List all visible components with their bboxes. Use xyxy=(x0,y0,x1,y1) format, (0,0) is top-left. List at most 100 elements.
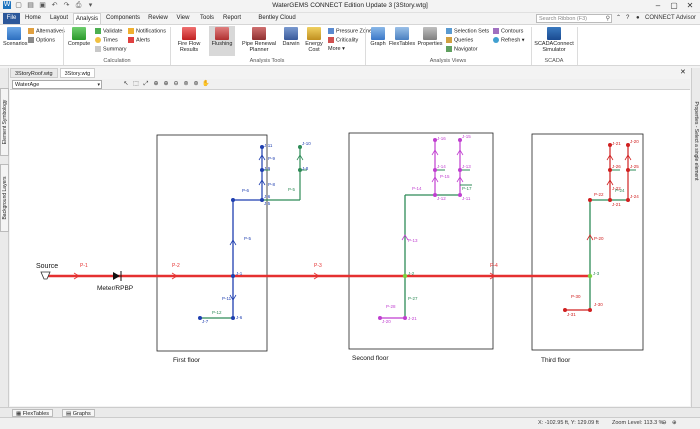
pipe-label: P-12 xyxy=(212,310,222,315)
options-icon xyxy=(28,37,34,43)
pipe-renewal-planner-button[interactable]: Pipe Renewal Planner xyxy=(239,27,279,53)
tab-bentley-cloud-services[interactable]: Bentley Cloud Services xyxy=(246,13,308,32)
notifications-icon xyxy=(128,28,134,34)
zoom-extents-icon[interactable]: ⤢ xyxy=(142,80,150,88)
third-floor-network[interactable] xyxy=(563,143,636,312)
alert-icon xyxy=(128,37,134,43)
first-floor-network[interactable] xyxy=(198,145,307,320)
flextables-button[interactable]: FlexTables xyxy=(388,27,416,47)
queries-button[interactable]: Queries xyxy=(446,37,473,43)
node-label: J-11 xyxy=(264,143,273,148)
tab-report[interactable]: Report xyxy=(220,13,244,24)
zoom-window-icon[interactable]: ⊕ xyxy=(152,80,160,88)
contours-button[interactable]: Contours xyxy=(493,28,523,34)
compute-button[interactable]: Compute xyxy=(67,27,91,47)
chevron-up-icon[interactable]: ⌃ xyxy=(616,13,621,24)
ribbon: Scenarios Alternatives Options Compute V… xyxy=(0,24,700,66)
energy-cost-label: Energy Cost xyxy=(305,41,323,53)
node-label: J-20 xyxy=(630,139,639,144)
second-floor-box xyxy=(348,132,494,350)
pipe-label: P-28 xyxy=(386,304,396,309)
zoom-out-icon[interactable]: ⊖ xyxy=(172,80,180,88)
tab-layout[interactable]: Layout xyxy=(47,13,71,24)
alerts-button[interactable]: Alerts xyxy=(128,37,150,43)
tab-home[interactable]: Home xyxy=(22,13,44,24)
node-label: J-3 xyxy=(593,271,600,276)
background-layers-tab[interactable]: Background Layers xyxy=(0,164,9,232)
doc-tab-3story[interactable]: 3Story.wtg xyxy=(59,68,96,78)
more-button[interactable]: More ▾ xyxy=(328,46,345,52)
tab-tools[interactable]: Tools xyxy=(196,13,218,24)
scadaconnect-simulator-button[interactable]: SCADAConnect Simulator xyxy=(534,27,574,53)
close-document-icon[interactable]: ✕ xyxy=(680,68,686,76)
doc-tab-3storyroof[interactable]: 3StoryRoof.wtg xyxy=(10,68,58,78)
select-arrow-icon[interactable]: ↖ xyxy=(122,80,130,88)
properties-panel-tab[interactable]: Properties - Select a single element xyxy=(693,97,699,185)
graphs-tab[interactable]: ▤ Graphs xyxy=(62,409,95,417)
select-box-icon[interactable]: ⬚ xyxy=(132,80,140,88)
compute-icon xyxy=(72,27,86,40)
close-button[interactable]: ✕ xyxy=(682,0,698,12)
times-button[interactable]: Times xyxy=(95,37,118,43)
separator xyxy=(531,27,532,65)
energy-cost-button[interactable]: Energy Cost xyxy=(302,27,326,53)
pipe-label: P-3 xyxy=(314,263,322,269)
tab-components[interactable]: Components xyxy=(104,13,142,24)
floor-label: First floor xyxy=(173,357,201,364)
properties-button[interactable]: Properties xyxy=(417,27,443,47)
drawing-canvas[interactable]: Source Meter/RPBP P-1 P-2 P-3 P-4 J-11 J… xyxy=(10,90,690,406)
network-drawing[interactable]: Source Meter/RPBP P-1 P-2 P-3 P-4 J-11 J… xyxy=(10,90,690,406)
zoom-previous-icon[interactable]: ⊚ xyxy=(182,80,190,88)
darwin-icon xyxy=(284,27,298,40)
summary-button[interactable]: Summary xyxy=(95,46,127,52)
account-label[interactable]: CONNECT Advisor xyxy=(645,13,696,24)
notifications-button[interactable]: Notifications xyxy=(128,28,166,34)
graph-button[interactable]: Graph xyxy=(368,27,388,47)
minimize-button[interactable]: – xyxy=(650,0,666,12)
pan-icon[interactable]: ✋ xyxy=(202,80,210,88)
pipe-label: P-6 xyxy=(242,188,250,193)
refresh-button[interactable]: Refresh ▾ xyxy=(493,37,525,43)
check-valve-icon[interactable] xyxy=(113,272,120,280)
second-floor-network[interactable] xyxy=(378,138,472,320)
alternatives-button[interactable]: Alternatives xyxy=(28,28,65,34)
selection-sets-button[interactable]: Selection Sets xyxy=(446,28,489,34)
help-icon[interactable]: ? xyxy=(626,13,629,24)
zoom-in-icon[interactable]: ⊕ xyxy=(672,420,677,426)
node-label: J-30 xyxy=(594,302,603,307)
search-input[interactable]: Search Ribbon (F3) ⚲ xyxy=(536,14,612,23)
scenarios-button[interactable]: Scenarios xyxy=(3,27,27,47)
scadaconnect-label: SCADAConnect Simulator xyxy=(534,41,574,53)
zoom-out-icon[interactable]: ⊖ xyxy=(662,420,667,426)
coordinates-readout: X: -102.95 ft, Y: 129.09 ft xyxy=(538,420,599,426)
reservoir-icon[interactable] xyxy=(40,271,51,280)
tab-analysis[interactable]: Analysis xyxy=(73,13,101,24)
navigator-button[interactable]: Navigator xyxy=(446,46,478,52)
fire-hydrant-icon xyxy=(182,27,196,40)
status-bar: X: -102.95 ft, Y: 129.09 ft Zoom Level: … xyxy=(0,417,700,429)
layer-combo[interactable]: WaterAge ▾ xyxy=(12,80,102,89)
flushing-button[interactable]: Flushing xyxy=(209,26,235,56)
darwin-button[interactable]: Darwin xyxy=(281,27,301,47)
pipe-label: P-11 xyxy=(222,296,232,301)
flextables-tab[interactable]: ▦ FlexTables xyxy=(12,409,54,417)
pipe-label: P-4 xyxy=(490,263,498,269)
left-dock: Element Symbology Background Layers xyxy=(0,68,9,408)
criticality-button[interactable]: Criticality xyxy=(328,37,358,43)
tab-file[interactable]: File xyxy=(3,13,20,24)
tab-review[interactable]: Review xyxy=(145,13,171,24)
zoom-next-icon[interactable]: ⊛ xyxy=(192,80,200,88)
zoom-level: Zoom Level: 113.3 % xyxy=(612,420,664,426)
validate-button[interactable]: Validate xyxy=(95,28,122,34)
fire-flow-results-button[interactable]: Fire Flow Results xyxy=(172,27,206,53)
user-icon[interactable]: ● xyxy=(636,13,640,24)
options-button[interactable]: Options xyxy=(28,37,55,43)
pipe-label: P-30 xyxy=(571,294,581,299)
tab-view[interactable]: View xyxy=(173,13,193,24)
right-dock: Properties - Select a single element xyxy=(691,68,700,408)
zoom-in-icon[interactable]: ⊕ xyxy=(162,80,170,88)
element-symbology-tab[interactable]: Element Symbology xyxy=(0,88,9,156)
pipe-label: P-22 xyxy=(594,192,604,197)
source-label: Source xyxy=(36,263,58,270)
maximize-button[interactable]: ▢ xyxy=(666,0,682,12)
